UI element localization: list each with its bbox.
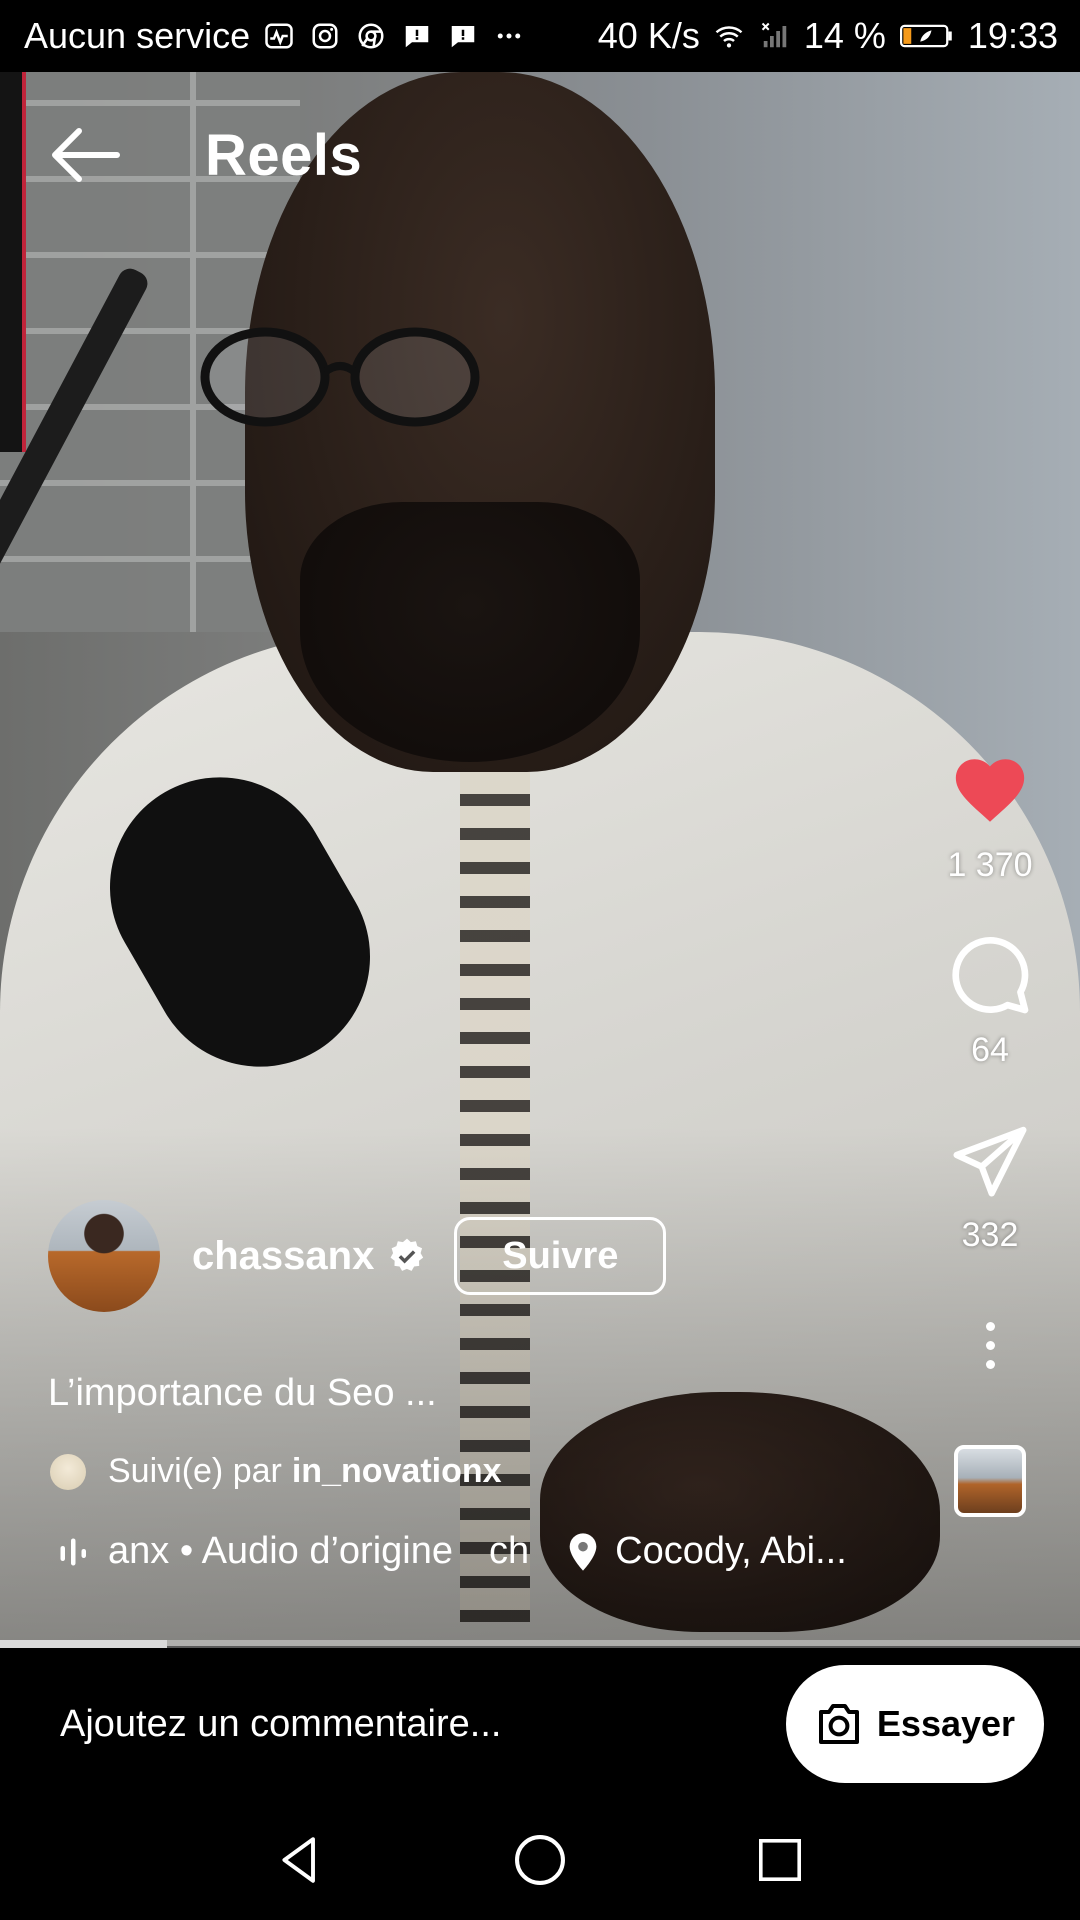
status-bar: Aucun service 40 K/s 14 % 19:33 <box>0 0 1080 72</box>
like-button[interactable] <box>940 740 1040 840</box>
audio-label[interactable]: anx • Audio d’origine <box>108 1530 453 1573</box>
video-person-glasses <box>200 327 480 427</box>
message-icon <box>400 19 434 53</box>
try-camera-button[interactable]: Essayer <box>786 1665 1044 1783</box>
audio-wave-icon <box>60 1538 86 1565</box>
clock: 19:33 <box>967 15 1058 56</box>
nav-back-button[interactable] <box>260 1820 340 1900</box>
more-dot <box>985 1359 995 1369</box>
comment-bubble-icon <box>952 937 1029 1014</box>
video-progress-fill <box>0 1640 168 1648</box>
network-speed: 40 K/s <box>597 15 700 56</box>
triangle-back-icon <box>282 1837 315 1883</box>
chrome-icon <box>354 19 388 53</box>
audio-thumbnail[interactable] <box>954 1445 1026 1517</box>
video-progress-bar[interactable] <box>0 1640 1080 1648</box>
video-person-beard <box>300 502 640 762</box>
comment-button[interactable] <box>940 925 1040 1025</box>
location-label[interactable]: Cocody, Abi... <box>615 1530 847 1573</box>
audio-label-continued: ch <box>489 1530 530 1572</box>
followed-by-row[interactable]: Suivi(e) par in_novationx <box>50 1452 502 1491</box>
back-button[interactable] <box>30 100 140 210</box>
creator-row: chassanx Suivre <box>48 1200 667 1312</box>
message-icon <box>446 19 480 53</box>
battery-icon <box>898 19 956 53</box>
comment-count: 64 <box>971 1031 1009 1069</box>
more-dot <box>985 1321 995 1331</box>
comment-input[interactable]: Ajoutez un commentaire... <box>60 1703 786 1746</box>
creator-avatar[interactable] <box>48 1200 160 1312</box>
more-options-button[interactable] <box>960 1305 1020 1385</box>
arrow-left-icon <box>52 128 120 182</box>
more-dots-icon <box>492 19 526 53</box>
square-recents-icon <box>759 1839 801 1881</box>
reels-header: Reels <box>0 100 1080 210</box>
followed-by-user: in_novationx <box>291 1452 502 1490</box>
carrier-text: Aucun service <box>24 15 251 56</box>
activity-icon <box>262 19 296 53</box>
creator-username[interactable]: chassanx <box>192 1234 374 1279</box>
send-icon <box>953 1126 1027 1197</box>
system-nav-bar <box>0 1800 1080 1920</box>
nav-recents-button[interactable] <box>740 1820 820 1900</box>
comment-bar: Ajoutez un commentaire... Essayer <box>0 1648 1080 1800</box>
action-rail: 1 370 64 332 <box>924 740 1056 1517</box>
share-count: 332 <box>961 1216 1019 1254</box>
instagram-icon <box>308 19 342 53</box>
nav-home-button[interactable] <box>500 1820 580 1900</box>
camera-icon <box>818 1704 859 1744</box>
reel-caption[interactable]: L’importance du Seo ... <box>48 1372 437 1415</box>
like-count: 1 370 <box>947 846 1033 884</box>
signal-icon <box>758 19 792 53</box>
heart-icon <box>955 759 1025 822</box>
follower-avatar <box>50 1453 86 1490</box>
wifi-icon <box>712 19 746 53</box>
verified-badge-icon <box>388 1237 426 1275</box>
battery-text: 14 % <box>803 15 886 56</box>
circle-home-icon <box>515 1835 565 1885</box>
page-title: Reels <box>205 122 363 188</box>
follow-button[interactable]: Suivre <box>454 1217 667 1295</box>
share-button[interactable] <box>940 1110 1040 1210</box>
audio-location-row: anx • Audio d’origine ch Cocody, Abi... <box>56 1530 847 1573</box>
try-label: Essayer <box>876 1703 1016 1744</box>
followed-by-prefix: Suivi(e) par <box>108 1452 282 1490</box>
more-dot <box>985 1340 995 1350</box>
location-pin-icon <box>569 1532 597 1571</box>
